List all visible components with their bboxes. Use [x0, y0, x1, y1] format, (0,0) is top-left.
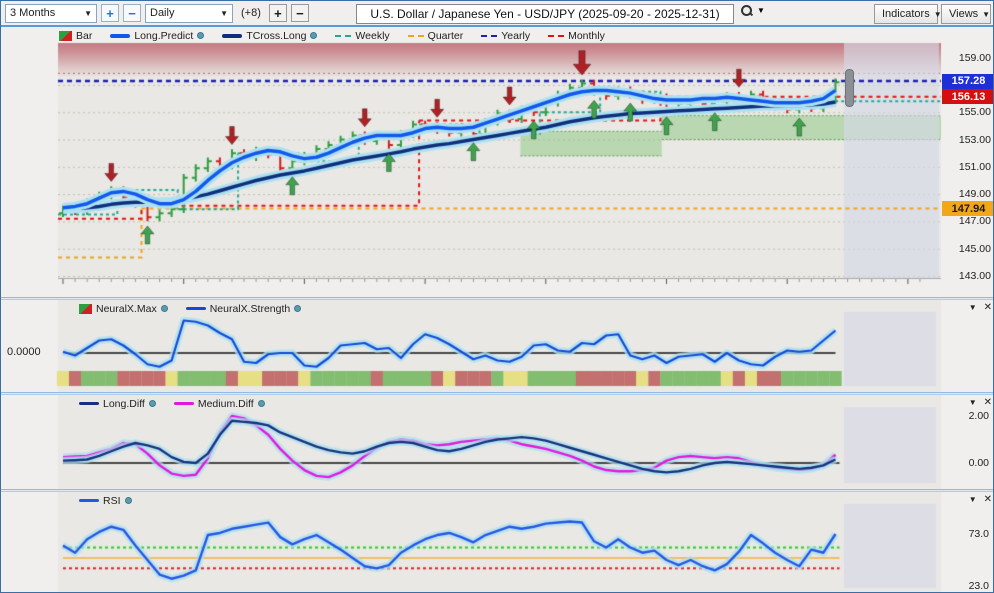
legend-item-bar[interactable]: Bar: [59, 30, 92, 42]
diff-legend: Long.Diff Medium.Diff: [79, 396, 265, 411]
line-series-icon: [174, 402, 194, 405]
chart-scroll-handle[interactable]: [845, 69, 854, 107]
diff-axis-label: 2.00: [949, 410, 989, 422]
legend-item-long-predict[interactable]: Long.Predict: [110, 30, 204, 42]
monthly-price-badge: 156.13: [942, 89, 994, 104]
add-bars-button[interactable]: +: [269, 4, 287, 22]
interval-select[interactable]: Daily ▼: [145, 4, 233, 23]
zoom-in-button[interactable]: +: [101, 4, 119, 22]
collapse-panel-icon[interactable]: ▼: [969, 496, 977, 504]
price-axis-label: 155.00: [945, 106, 991, 118]
range-select-value: 3 Months: [10, 7, 55, 19]
price-axis-label: 147.00: [945, 215, 991, 227]
zoom-out-button[interactable]: −: [123, 4, 141, 22]
info-icon[interactable]: [258, 400, 265, 407]
legend-item-rsi[interactable]: RSI: [79, 495, 132, 507]
views-button[interactable]: Views▼: [941, 4, 991, 24]
legend-item-long-diff[interactable]: Long.Diff: [79, 398, 156, 410]
price-axis-label: 159.00: [945, 52, 991, 64]
close-panel-icon[interactable]: ✕: [984, 495, 992, 505]
info-icon[interactable]: [294, 305, 301, 312]
quarter-price-badge: 147.94: [942, 201, 994, 216]
price-axis-label: 153.00: [945, 134, 991, 146]
legend-item-quarter[interactable]: Quarter: [408, 30, 464, 42]
main-price-chart-panel: Bar Long.Predict TCross.Long Weekly Quar…: [1, 27, 994, 297]
panel-controls: ▼ ✕: [969, 398, 992, 408]
chevron-down-icon: ▼: [84, 9, 92, 18]
diff-axis-label: 0.00: [949, 457, 989, 469]
info-icon[interactable]: [310, 32, 317, 39]
dashed-line-icon: [481, 35, 497, 37]
remove-bars-button[interactable]: −: [291, 4, 309, 22]
price-axis-label: 145.00: [945, 243, 991, 255]
indicators-button[interactable]: Indicators▼: [874, 4, 938, 24]
chevron-down-icon[interactable]: ▼: [757, 6, 765, 15]
bar-series-icon: [59, 31, 72, 41]
symbol-title-text: U.S. Dollar / Japanese Yen - USD/JPY (20…: [370, 7, 719, 21]
chevron-down-icon: ▼: [982, 10, 990, 19]
dashed-line-icon: [408, 35, 424, 37]
line-series-icon: [110, 34, 130, 38]
close-panel-icon[interactable]: ✕: [984, 398, 992, 408]
collapse-panel-icon[interactable]: ▼: [969, 304, 977, 312]
info-icon[interactable]: [149, 400, 156, 407]
info-icon[interactable]: [197, 32, 204, 39]
rsi-canvas[interactable]: [1, 492, 994, 593]
legend-item-neuralx-max[interactable]: NeuralX.Max: [79, 303, 168, 315]
dashed-line-icon: [335, 35, 351, 37]
search-icon[interactable]: [741, 5, 752, 16]
price-axis-label: 143.00: [945, 270, 991, 282]
neuralx-max-icon: [79, 304, 92, 314]
panel-controls: ▼ ✕: [969, 495, 992, 505]
legend-item-medium-diff[interactable]: Medium.Diff: [174, 398, 265, 410]
toolbar: 3 Months ▼ + − Daily ▼ (+8) + − U.S. Dol…: [1, 1, 994, 27]
price-chart-canvas[interactable]: [1, 27, 994, 297]
line-series-icon: [186, 307, 206, 310]
trading-app-window: 3 Months ▼ + − Daily ▼ (+8) + − U.S. Dol…: [0, 0, 994, 593]
diff-panel: Long.Diff Medium.Diff 2.00 0.00 ▼ ✕: [1, 395, 994, 489]
price-axis-label: 149.00: [945, 188, 991, 200]
legend-item-monthly[interactable]: Monthly: [548, 30, 605, 42]
info-icon[interactable]: [161, 305, 168, 312]
line-series-icon: [79, 402, 99, 405]
legend-item-neuralx-strength[interactable]: NeuralX.Strength: [186, 303, 302, 315]
legend-item-tcross-long[interactable]: TCross.Long: [222, 30, 317, 42]
rsi-axis-label: 23.0: [949, 580, 989, 592]
panel-controls: ▼ ✕: [969, 303, 992, 313]
rsi-panel: RSI 73.0 23.0 ▼ ✕: [1, 492, 994, 593]
neuralx-legend: NeuralX.Max NeuralX.Strength: [79, 301, 301, 316]
main-chart-legend: Bar Long.Predict TCross.Long Weekly Quar…: [59, 28, 605, 43]
close-panel-icon[interactable]: ✕: [984, 303, 992, 313]
neuralx-panel: NeuralX.Max NeuralX.Strength 0.0000 ▼ ✕: [1, 300, 994, 392]
info-icon[interactable]: [125, 497, 132, 504]
interval-select-value: Daily: [150, 7, 174, 19]
range-select[interactable]: 3 Months ▼: [5, 4, 97, 23]
price-axis-label: 151.00: [945, 161, 991, 173]
legend-item-weekly[interactable]: Weekly: [335, 30, 389, 42]
neuralx-zero-label: 0.0000: [7, 346, 41, 358]
collapse-panel-icon[interactable]: ▼: [969, 399, 977, 407]
symbol-title-input[interactable]: U.S. Dollar / Japanese Yen - USD/JPY (20…: [356, 4, 734, 24]
dashed-line-icon: [548, 35, 564, 37]
symbol-search[interactable]: ▼: [741, 5, 765, 16]
legend-item-yearly[interactable]: Yearly: [481, 30, 530, 42]
bars-offset-label: (+8): [241, 7, 261, 19]
rsi-legend: RSI: [79, 493, 132, 508]
line-series-icon: [79, 499, 99, 502]
yearly-price-badge: 157.28: [942, 74, 994, 89]
line-series-icon: [222, 34, 242, 38]
chevron-down-icon: ▼: [220, 9, 228, 18]
rsi-axis-label: 73.0: [949, 528, 989, 540]
